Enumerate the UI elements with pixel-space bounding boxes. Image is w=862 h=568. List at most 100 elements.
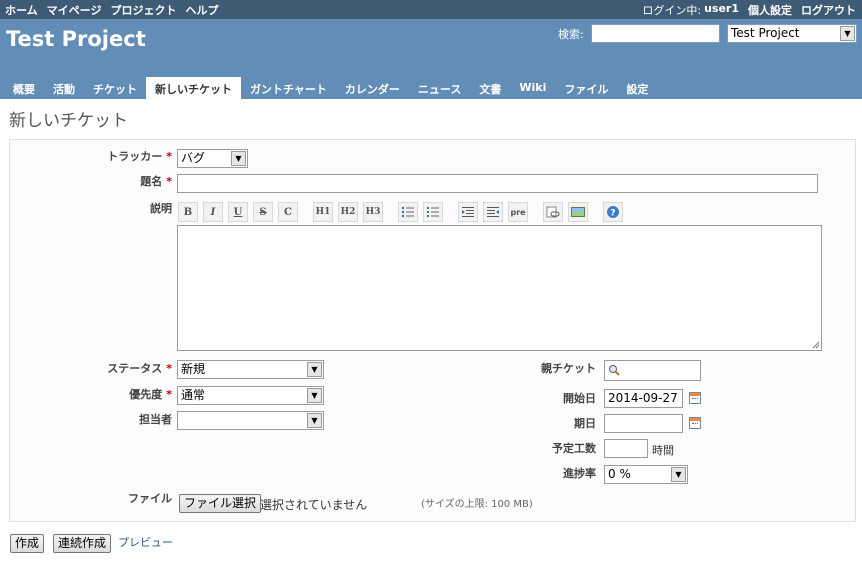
underline-button[interactable]: U bbox=[228, 202, 248, 222]
resize-grip-icon[interactable] bbox=[812, 341, 820, 349]
tab-calendar[interactable]: カレンダー bbox=[336, 77, 409, 99]
max-file-size: (サイズの上限: 100 MB) bbox=[421, 499, 533, 510]
status-select[interactable]: 新規 ▼ bbox=[177, 360, 324, 379]
assignee-select[interactable]: ▼ bbox=[177, 411, 324, 430]
tab-wiki[interactable]: Wiki bbox=[510, 77, 555, 99]
start-date-label: 開始日 bbox=[563, 392, 596, 405]
description-textarea[interactable] bbox=[177, 225, 822, 351]
start-date-input[interactable]: 2014-09-27 bbox=[604, 389, 683, 408]
current-user-link[interactable]: user1 bbox=[704, 2, 739, 18]
subject-input[interactable] bbox=[177, 174, 818, 193]
due-date-label: 期日 bbox=[574, 417, 596, 430]
top-menu-right: ログイン中: user1 個人設定 ログアウト bbox=[642, 2, 856, 18]
parent-issue-input[interactable] bbox=[604, 360, 701, 381]
project-title: Test Project bbox=[6, 27, 146, 51]
top-menu-left: ホーム マイページ プロジェクト ヘルプ bbox=[5, 2, 218, 18]
tracker-label: トラッカー * bbox=[107, 148, 172, 164]
tab-settings[interactable]: 設定 bbox=[617, 77, 657, 99]
top-menu-home-link[interactable]: ホーム bbox=[5, 2, 38, 18]
tracker-label-text: トラッカー bbox=[107, 150, 163, 163]
parent-issue-label: 親チケット bbox=[541, 362, 596, 375]
heading1-icon: H1 bbox=[315, 207, 331, 217]
code-button[interactable]: C bbox=[278, 202, 298, 222]
status-value: 新規 bbox=[181, 362, 206, 376]
search-input[interactable] bbox=[591, 24, 720, 43]
done-ratio-label: 進捗率 bbox=[563, 467, 596, 480]
indent-right-button[interactable] bbox=[483, 202, 503, 222]
strikethrough-button[interactable]: S bbox=[253, 202, 273, 222]
tab-files[interactable]: ファイル bbox=[555, 77, 617, 99]
strikethrough-icon: S bbox=[259, 206, 267, 218]
tab-activity[interactable]: 活動 bbox=[44, 77, 84, 99]
indent-left-button[interactable] bbox=[458, 202, 478, 222]
top-menu-help-link[interactable]: ヘルプ bbox=[185, 2, 218, 18]
choose-file-button[interactable]: ファイル選択 bbox=[179, 494, 262, 513]
done-ratio-select[interactable]: 0 % ▼ bbox=[604, 465, 688, 484]
preformatted-button[interactable]: pre bbox=[508, 202, 528, 222]
tracker-value: バグ bbox=[181, 151, 206, 165]
project-jump-select[interactable]: Test Project ▼ bbox=[727, 24, 857, 43]
top-menu-projects-link[interactable]: プロジェクト bbox=[110, 2, 176, 18]
required-mark: * bbox=[166, 362, 172, 375]
chevron-down-icon: ▼ bbox=[307, 413, 322, 428]
logout-link[interactable]: ログアウト bbox=[801, 2, 856, 18]
tab-news[interactable]: ニュース bbox=[409, 77, 470, 99]
ordered-list-button[interactable] bbox=[423, 202, 443, 222]
top-menu-my-page-link[interactable]: マイページ bbox=[47, 2, 102, 18]
unordered-list-button[interactable] bbox=[398, 202, 418, 222]
heading1-button[interactable]: H1 bbox=[313, 202, 333, 222]
chevron-down-icon: ▼ bbox=[231, 151, 246, 166]
heading2-icon: H2 bbox=[340, 207, 356, 217]
create-button[interactable]: 作成 bbox=[10, 534, 45, 553]
tab-documents[interactable]: 文書 bbox=[470, 77, 510, 99]
estimated-hours-label: 予定工数 bbox=[552, 442, 596, 455]
svg-text:?: ? bbox=[610, 209, 615, 219]
help-button[interactable]: ? bbox=[603, 202, 623, 222]
help-icon: ? bbox=[607, 206, 619, 219]
tracker-select[interactable]: バグ ▼ bbox=[177, 149, 248, 168]
due-date-input[interactable] bbox=[604, 414, 683, 433]
priority-label: 優先度 * bbox=[129, 386, 172, 402]
calendar-icon[interactable] bbox=[689, 392, 701, 404]
bold-icon: B bbox=[183, 206, 193, 218]
priority-select[interactable]: 通常 ▼ bbox=[177, 386, 324, 405]
chevron-down-icon: ▼ bbox=[840, 26, 855, 41]
unordered-list-icon bbox=[401, 206, 414, 218]
chevron-down-icon: ▼ bbox=[307, 362, 322, 377]
preview-link[interactable]: プレビュー bbox=[118, 534, 173, 550]
tab-gantt[interactable]: ガントチャート bbox=[241, 77, 336, 99]
heading2-button[interactable]: H2 bbox=[338, 202, 358, 222]
subject-label-text: 題名 bbox=[140, 175, 163, 188]
status-label: ステータス * bbox=[107, 360, 172, 376]
image-icon bbox=[571, 207, 585, 217]
indent-right-icon bbox=[487, 207, 499, 217]
search-label: 検索: bbox=[558, 28, 584, 41]
calendar-icon[interactable] bbox=[689, 417, 701, 429]
priority-value: 通常 bbox=[181, 388, 206, 402]
logged-in-as: ログイン中: user1 bbox=[642, 2, 739, 18]
indent-left-icon bbox=[462, 207, 474, 217]
file-status: 選択されていません bbox=[260, 498, 368, 512]
heading3-icon: H3 bbox=[365, 207, 381, 217]
image-button[interactable] bbox=[568, 202, 588, 222]
hours-unit: 時間 bbox=[652, 444, 674, 457]
create-and-continue-button[interactable]: 連続作成 bbox=[53, 534, 112, 553]
done-ratio-value: 0 % bbox=[608, 467, 631, 481]
link-icon bbox=[546, 206, 560, 218]
magnifier-icon bbox=[609, 365, 620, 376]
project-select-value: Test Project bbox=[731, 26, 800, 40]
start-date-value: 2014-09-27 bbox=[608, 391, 678, 405]
wiki-link-button[interactable] bbox=[543, 202, 563, 222]
bold-button[interactable]: B bbox=[178, 202, 198, 222]
tab-new-issue[interactable]: 新しいチケット bbox=[146, 77, 241, 99]
heading3-button[interactable]: H3 bbox=[363, 202, 383, 222]
status-label-text: ステータス bbox=[107, 362, 163, 375]
italic-button[interactable]: I bbox=[203, 202, 223, 222]
estimated-hours-input[interactable] bbox=[604, 439, 648, 458]
assignee-label: 担当者 bbox=[139, 413, 172, 426]
tab-issues[interactable]: チケット bbox=[84, 77, 146, 99]
my-account-link[interactable]: 個人設定 bbox=[748, 2, 792, 18]
pre-icon: pre bbox=[510, 207, 526, 217]
top-menu: ホーム マイページ プロジェクト ヘルプ ログイン中: user1 個人設定 ロ… bbox=[0, 0, 862, 19]
tab-overview[interactable]: 概要 bbox=[4, 77, 44, 99]
